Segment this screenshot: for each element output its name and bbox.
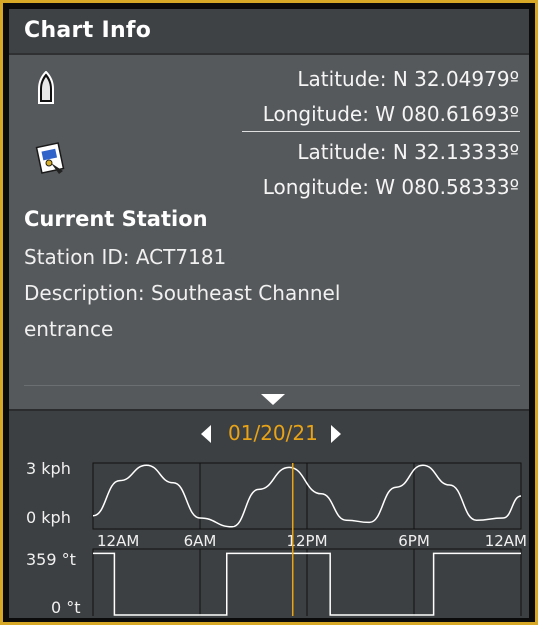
- station-heading: Current Station: [24, 207, 208, 231]
- chart-info-window: Chart Info Latitude: N 32.04979º Longitu…: [0, 0, 538, 625]
- triangle-left-icon[interactable]: [201, 425, 211, 443]
- date-navigator: 01/20/21: [201, 421, 351, 447]
- boat-longitude: Longitude: W 080.61693º: [262, 102, 519, 126]
- station-id: Station ID: ACT7181: [24, 245, 227, 269]
- graph-date: 01/20/21: [228, 421, 318, 445]
- chart-info-panel: Chart Info Latitude: N 32.04979º Longitu…: [9, 9, 529, 618]
- cursor-latitude: Latitude: N 32.13333º: [297, 140, 519, 164]
- cursor-longitude: Longitude: W 080.58333º: [262, 175, 519, 199]
- chevron-down-icon[interactable]: [261, 394, 285, 405]
- boat-icon: [37, 70, 55, 109]
- station-description: Description: Southeast Channel: [24, 281, 341, 305]
- title-bar: Chart Info: [9, 9, 529, 55]
- triangle-right-icon[interactable]: [331, 425, 341, 443]
- time-tick-label: 6AM: [184, 532, 217, 550]
- time-tick-label: 12AM: [485, 532, 527, 550]
- position-divider: [242, 131, 520, 132]
- boat-latitude: Latitude: N 32.04979º: [297, 67, 519, 91]
- station-description-cont: entrance: [24, 317, 114, 341]
- window-title: Chart Info: [24, 18, 152, 43]
- time-tick-label: 12AM: [97, 532, 139, 550]
- section-separator: [24, 385, 520, 386]
- current-graph: 12AM 6AM 12PM 6PM 12AM: [92, 462, 527, 616]
- chart-cursor-icon: [33, 141, 69, 181]
- time-tick-label: 6PM: [398, 532, 430, 550]
